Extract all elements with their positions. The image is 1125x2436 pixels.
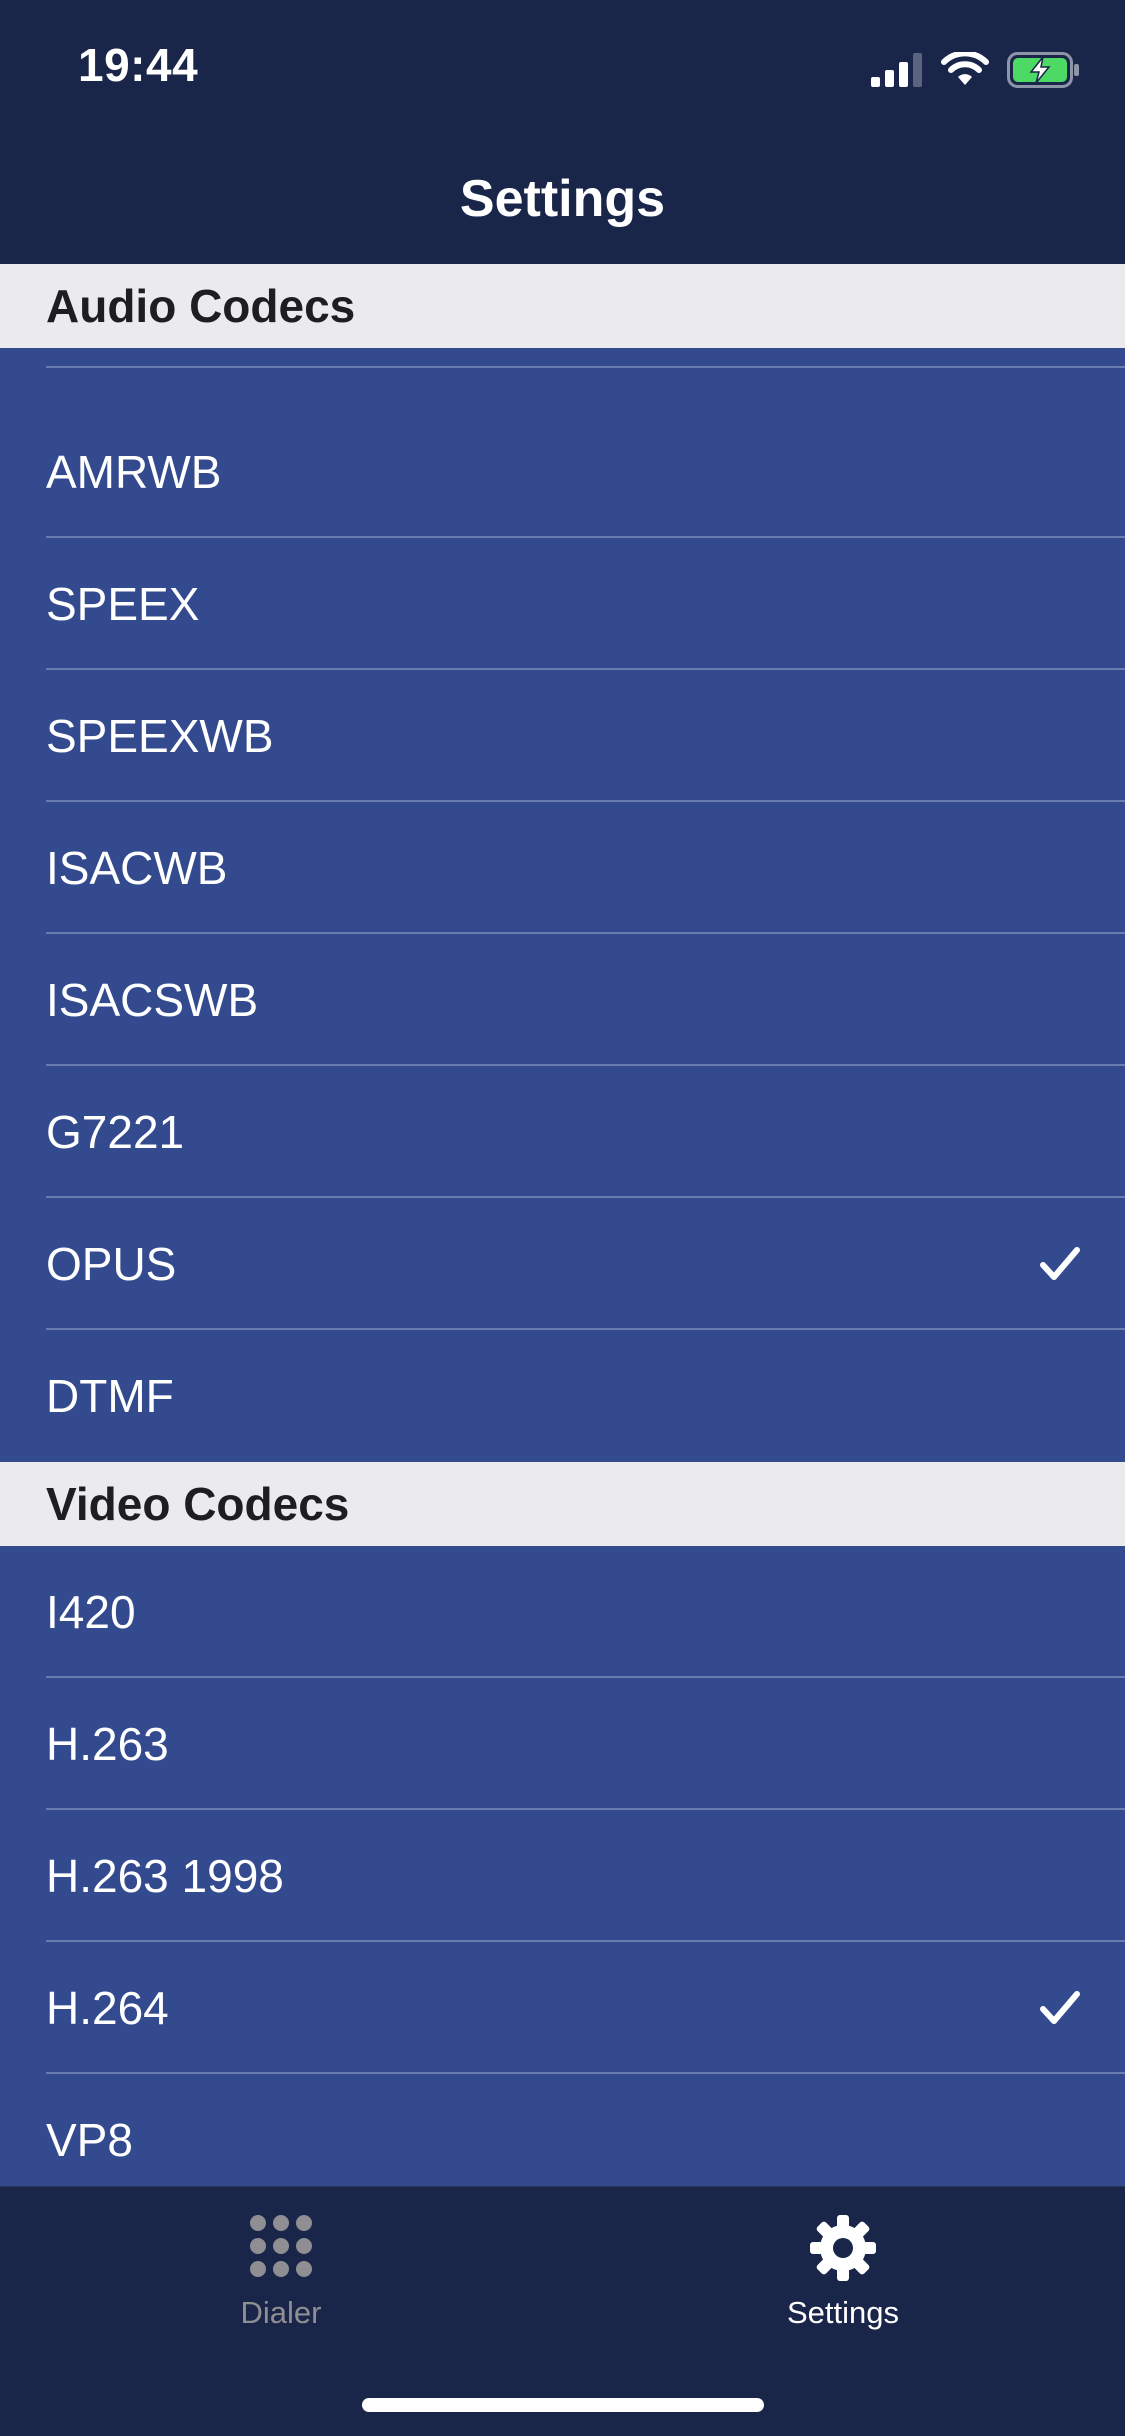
codec-row-opus[interactable]: OPUS — [0, 1198, 1125, 1330]
navigation-bar: 19:44 Settings — [0, 0, 1125, 264]
checkmark-icon — [1040, 1991, 1080, 2024]
codec-row-dtmf[interactable]: DTMF — [0, 1330, 1125, 1462]
gear-icon — [810, 2215, 876, 2281]
codec-label: ISACWB — [46, 842, 228, 894]
codec-label: DTMF — [46, 1370, 174, 1422]
codec-row-h263[interactable]: H.263 — [0, 1678, 1125, 1810]
tab-label-settings: Settings — [786, 2295, 899, 2330]
battery-charging-icon — [1007, 52, 1079, 88]
codec-label: H.263 — [46, 1718, 169, 1770]
codec-label: H.263 1998 — [46, 1850, 284, 1902]
codec-row-vp8[interactable]: VP8 — [0, 2074, 1125, 2186]
codec-row-h264[interactable]: H.264 — [0, 1942, 1125, 2074]
codec-row-i420[interactable]: I420 — [0, 1546, 1125, 1678]
codec-label: H.264 — [46, 1982, 169, 2034]
dialpad-icon — [250, 2215, 312, 2277]
codec-row-isacswb[interactable]: ISACSWB — [0, 934, 1125, 1066]
codec-label: I420 — [46, 1586, 136, 1638]
codec-row-speex[interactable]: SPEEX — [0, 538, 1125, 670]
checkmark-icon — [1040, 1247, 1080, 1280]
settings-screen: 19:44 Settings Audio Codecs AMRWB SPEEX … — [0, 0, 1125, 2436]
tab-settings[interactable]: Settings — [562, 2187, 1124, 2367]
codec-row-amrwb[interactable]: AMRWB — [0, 406, 1125, 538]
section-header-audio-codecs: Audio Codecs — [0, 264, 1125, 348]
tab-label-dialer: Dialer — [240, 2295, 322, 2330]
settings-list[interactable]: Audio Codecs AMR AMRWB SPEEX SPEEXWB ISA… — [0, 264, 1125, 2186]
codec-label: G7221 — [46, 1106, 185, 1158]
codec-row-speexwb[interactable]: SPEEXWB — [0, 670, 1125, 802]
codec-row-h263-1998[interactable]: H.263 1998 — [0, 1810, 1125, 1942]
cellular-signal-icon — [871, 53, 922, 87]
row-separator — [46, 366, 1125, 368]
codec-row-isacwb[interactable]: ISACWB — [0, 802, 1125, 934]
status-time: 19:44 — [78, 39, 199, 91]
home-indicator[interactable] — [362, 2398, 764, 2412]
codec-label: ISACSWB — [46, 974, 259, 1026]
tab-dialer[interactable]: Dialer — [0, 2187, 562, 2367]
status-icons — [871, 50, 1081, 90]
codec-label: OPUS — [46, 1238, 177, 1290]
codec-label: SPEEX — [46, 578, 200, 630]
codec-label: AMRWB — [46, 446, 222, 498]
wifi-icon — [941, 52, 989, 85]
section-header-video-codecs: Video Codecs — [0, 1462, 1125, 1546]
codec-label: SPEEXWB — [46, 710, 274, 762]
codec-row-g7221[interactable]: G7221 — [0, 1066, 1125, 1198]
codec-label: VP8 — [46, 2114, 133, 2166]
page-title: Settings — [459, 170, 666, 228]
